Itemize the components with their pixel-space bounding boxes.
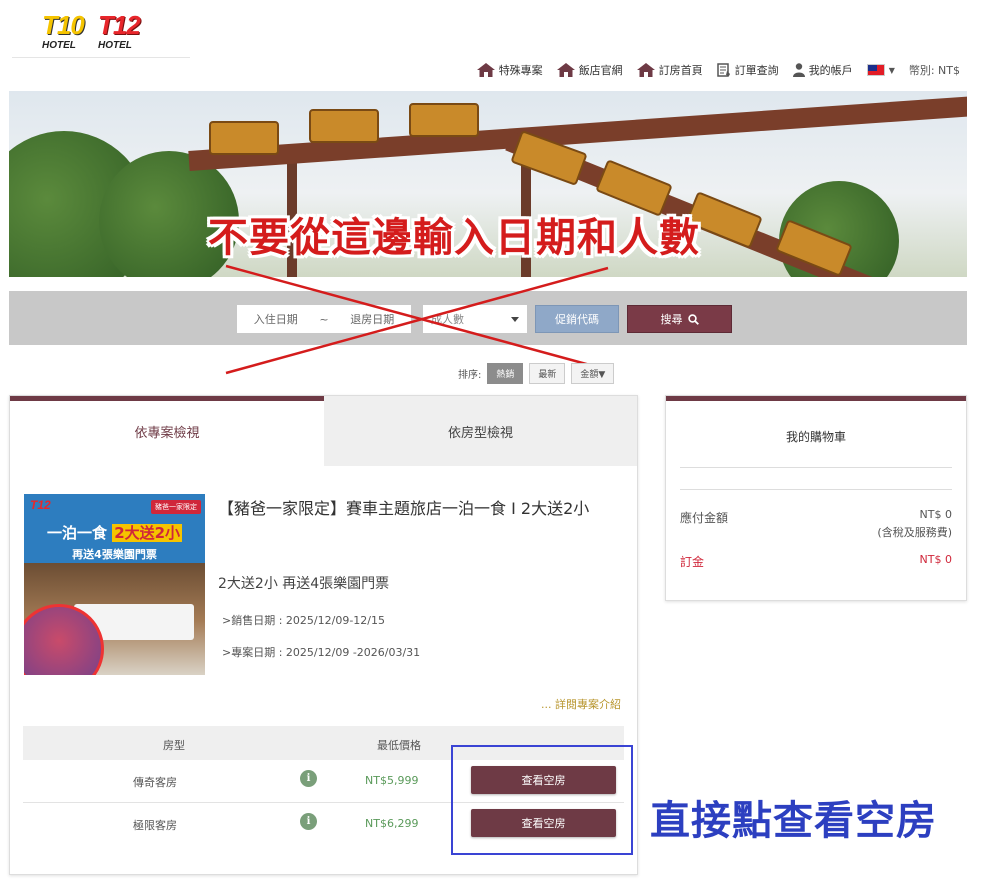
date-range-input[interactable]: 入住日期 ~ 退房日期 (237, 305, 411, 333)
nav-booking-home[interactable]: 訂房首頁 (636, 62, 703, 78)
currency-selector[interactable]: 幣別: NT$ (909, 62, 960, 78)
deposit-value: NT$ 0 (919, 553, 952, 566)
language-selector[interactable]: ▼ (866, 64, 895, 76)
guests-placeholder: 成人數 (431, 313, 464, 326)
total-note: (含稅及服務費) (877, 526, 952, 539)
active-tab-indicator (10, 396, 324, 401)
tab-by-room-type[interactable]: 依房型檢視 (324, 396, 637, 466)
package-image-logo: T12 (30, 498, 51, 512)
package-image-badge: 豬爸一家限定 (151, 500, 201, 514)
user-icon (792, 63, 805, 77)
shopping-cart-panel: 我的購物車 應付金額 NT$ 0 (含稅及服務費) 訂金 NT$ 0 (665, 395, 967, 601)
room-price: NT$5,999 (365, 774, 419, 787)
view-availability-button[interactable]: 查看空房 (471, 766, 616, 794)
nav-label: 我的帳戶 (808, 64, 853, 77)
nav-label: 訂單查詢 (734, 64, 779, 77)
coaster-car (409, 103, 479, 137)
nav-my-account[interactable]: 我的帳戶 (792, 62, 853, 78)
sort-label: 排序: (458, 370, 482, 381)
divider (680, 467, 952, 468)
package-subtitle: 2大送2小 再送4張樂園門票 (218, 576, 390, 592)
headline-b: 2大送2小 (112, 524, 183, 542)
coaster-car (209, 121, 279, 155)
top-nav: 特殊專案 飯店官網 訂房首頁 訂單查詢 我的帳戶 ▼ 幣別: NT$ (476, 62, 960, 78)
clipboard-icon (716, 63, 730, 77)
taiwan-flag-icon (866, 64, 885, 76)
checkin-placeholder: 入住日期 (253, 313, 298, 326)
search-button[interactable]: 搜尋 (627, 305, 732, 333)
room-type-header: 房型 (163, 739, 185, 752)
cart-title: 我的購物車 (785, 430, 846, 444)
room-name: 傳奇客房 (133, 776, 177, 789)
package-image[interactable]: T12 豬爸一家限定 一泊一食 2大送2小 再送4張樂園門票 (24, 494, 205, 675)
logo-word-t10: T10 (42, 10, 85, 40)
deposit-label: 訂金 (680, 555, 705, 569)
sort-price-button[interactable]: 金額▼ (571, 363, 615, 384)
package-sale-date: >銷售日期 : 2025/12/09-12/15 (222, 614, 385, 627)
home-icon (636, 63, 655, 77)
info-icon[interactable]: i (300, 770, 317, 787)
nav-label: 訂房首頁 (658, 64, 703, 77)
logo-sub-2: HOTEL (98, 40, 132, 51)
lowest-price-header: 最低價格 (377, 739, 421, 752)
sort-popular-button[interactable]: 熱銷 (487, 363, 524, 384)
nav-label: 特殊專案 (498, 64, 543, 77)
package-stay-date: >專案日期 : 2025/12/09 -2026/03/31 (222, 646, 421, 659)
package-title[interactable]: 【豬爸一家限定】賽車主題旅店一泊一食 I 2大送2小 (218, 494, 628, 524)
sort-controls: 排序: 熱銷 最新 金額▼ (458, 363, 615, 384)
tab-by-package[interactable]: 依專案檢視 (10, 396, 324, 466)
promo-code-button[interactable]: 促銷代碼 (535, 305, 619, 333)
home-icon (556, 63, 575, 77)
sort-newest-button[interactable]: 最新 (529, 363, 566, 384)
package-image-subline: 再送4張樂園門票 (72, 548, 157, 561)
banner-warning-annotation: 不要從這邊輸入日期和人數 (208, 215, 700, 261)
package-details-link[interactable]: ... 詳閱專案介紹 (541, 696, 621, 712)
table-row: 傳奇客房 i NT$5,999 查看空房 (23, 760, 624, 803)
total-value: NT$ 0 (919, 508, 952, 521)
room-price: NT$6,299 (365, 817, 419, 830)
nav-label: 飯店官網 (578, 64, 623, 77)
room-name: 極限客房 (133, 819, 177, 832)
nav-special-projects[interactable]: 特殊專案 (476, 62, 543, 78)
currency-label: 幣別: NT$ (908, 64, 960, 77)
package-panel: 依專案檢視 依房型檢視 T12 豬爸一家限定 一泊一食 2大送2小 再送4張樂園… (9, 395, 638, 875)
nav-order-lookup[interactable]: 訂單查詢 (716, 62, 779, 78)
checkout-placeholder: 退房日期 (350, 313, 395, 326)
caret-down-icon: ▼ (888, 65, 895, 75)
view-availability-button[interactable]: 查看空房 (471, 809, 616, 837)
headline-a: 一泊一食 (46, 524, 107, 542)
room-table-header: 房型 最低價格 (23, 726, 624, 760)
search-icon (687, 313, 699, 325)
divider (680, 489, 952, 490)
logo-word-t12: T12 (98, 10, 141, 40)
date-separator: ~ (319, 312, 329, 326)
nav-hotel-site[interactable]: 飯店官網 (556, 62, 623, 78)
coaster-car (309, 109, 379, 143)
guests-select[interactable]: 成人數 (423, 305, 527, 333)
logo-sub-1: HOTEL (42, 40, 76, 51)
promo-label: 促銷代碼 (555, 313, 599, 326)
click-hint-annotation: 直接點查看空房 (650, 798, 937, 844)
home-icon (476, 63, 495, 77)
total-label: 應付金額 (680, 511, 729, 525)
info-icon[interactable]: i (300, 813, 317, 830)
caret-down-icon (511, 316, 519, 322)
hotel-logo[interactable]: T10 T12 HOTEL HOTEL (12, 6, 190, 58)
cart-top-bar (666, 396, 966, 401)
search-label: 搜尋 (660, 313, 683, 326)
table-row: 極限客房 i NT$6,299 查看空房 (23, 803, 624, 846)
package-image-headline: 一泊一食 2大送2小 (24, 522, 205, 543)
